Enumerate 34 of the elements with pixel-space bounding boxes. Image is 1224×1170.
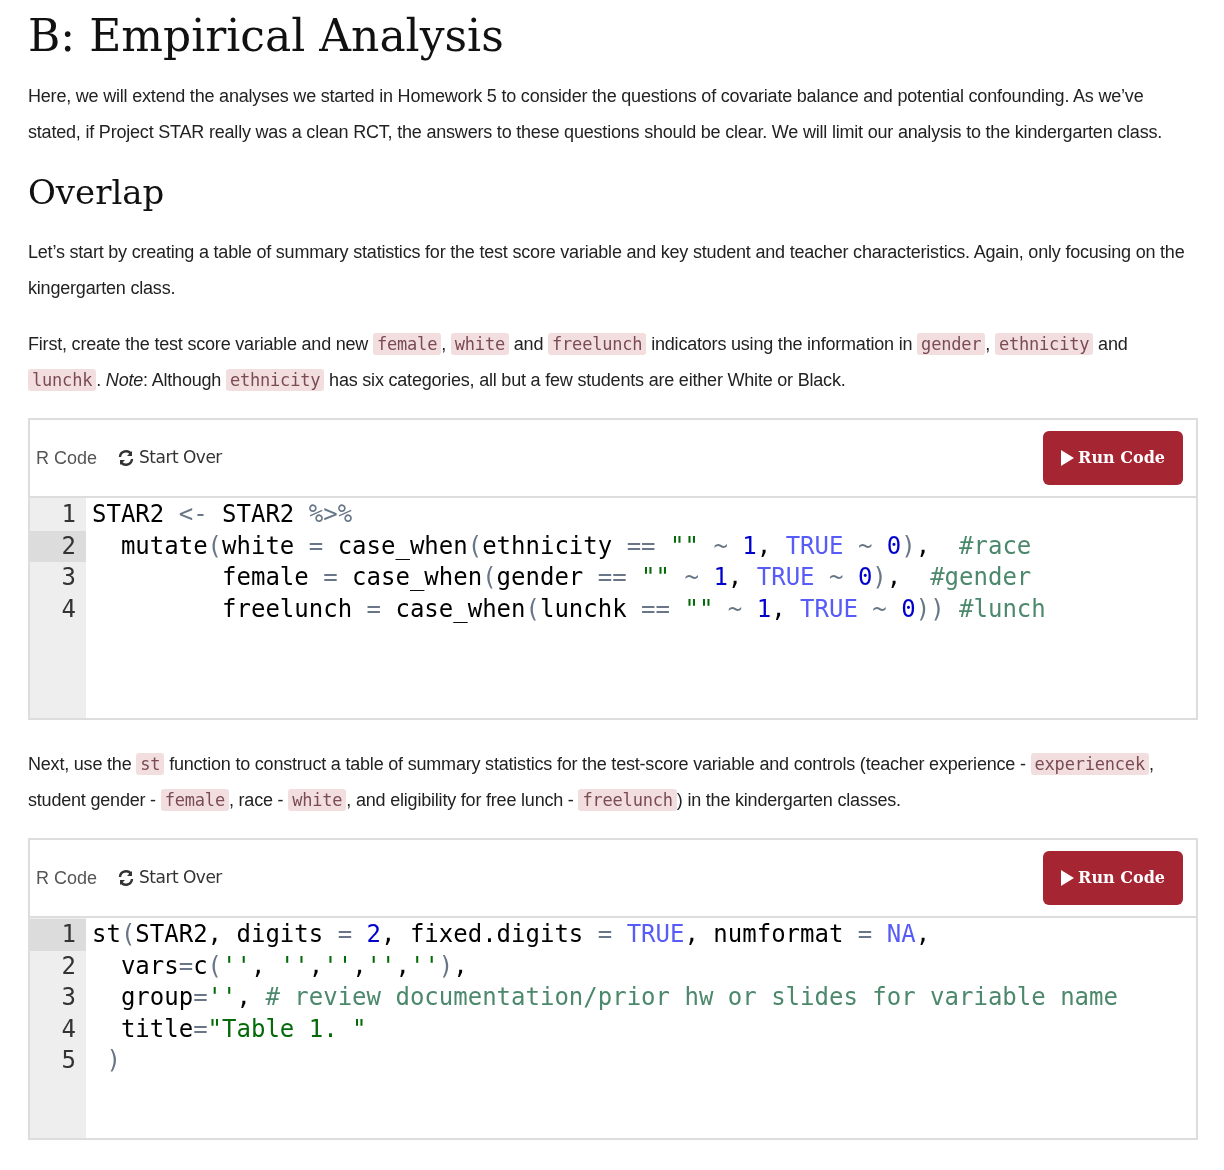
code-line: mutate(white = case_when(ethnicity == "" ~ 1, TRUE ~ 0), #race — [119, 530, 1033, 562]
refresh-icon — [117, 450, 136, 466]
code-line: title="Table 1. " — [119, 1013, 368, 1045]
start-over-button[interactable]: Start Over — [117, 865, 222, 891]
code-line: st(STAR2, digits = 2, fixed.digits = TRUE, numformat = NA, — [92, 919, 932, 950]
code-line: female = case_when(gender == "" ~ 1, TRUE ~ 0), #gender — [221, 562, 1033, 593]
line-number: 2 — [60, 950, 77, 982]
line-number: 2 — [30, 530, 86, 562]
line-number: 4 — [60, 593, 77, 625]
line-number: 3 — [60, 562, 77, 593]
code-line: ) — [105, 1045, 122, 1076]
play-icon — [1061, 450, 1075, 466]
paragraph: Next, use the st function to construct a table of summary statistics for the test-score variable and controls (teacher experience - experiencek , student gender - female , race - white , and eligibility for free lunch - freelunch ) in the kindergarten classes. — [28, 752, 1155, 813]
editor-label: R Code — [36, 866, 98, 890]
section-heading: Overlap — [28, 171, 166, 214]
line-number: 5 — [60, 1045, 77, 1076]
code-line: STAR2 <- STAR2 %>% — [92, 499, 354, 530]
paragraph: First, create the test score variable and new female , white and freelunch indicators using the information in gender , ethnicity and lunchk . Note: Although ethnicity has six categories, all but a few students are either White or Black. — [28, 332, 1129, 393]
line-number: 3 — [60, 982, 77, 1013]
editor-label: R Code — [36, 446, 98, 470]
refresh-icon — [117, 870, 136, 886]
paragraph: Here, we will extend the analyses we started in Homework 5 to consider the questions of covariate balance and potential confounding. As we’ve stated, if Project STAR really was a clean RCT, the answers to these questions should be clear. We will limit our analysis to the kindergarten class. — [28, 85, 1164, 144]
code-line: freelunch = case_when(lunchk == "" ~ 1, TRUE ~ 0)) #lunch — [221, 593, 1047, 625]
start-over-button[interactable]: Start Over — [117, 445, 222, 471]
line-number: 1 — [30, 919, 86, 951]
line-number: 1 — [60, 499, 77, 530]
code-line: vars=c('', '','','',''), — [119, 950, 469, 982]
code-line: group='', # review documentation/prior hw or slides for variable name — [119, 982, 1119, 1013]
play-icon — [1061, 870, 1075, 886]
paragraph: Let’s start by creating a table of summary statistics for the test score variable and key student and teacher characteristics. Again, only focusing on the kingergarten class. — [28, 241, 1186, 300]
run-code-button[interactable]: Run Code — [1043, 431, 1183, 485]
run-code-button[interactable]: Run Code — [1043, 851, 1183, 905]
line-number: 4 — [60, 1013, 77, 1045]
page-title: B: Empirical Analysis — [28, 9, 505, 63]
